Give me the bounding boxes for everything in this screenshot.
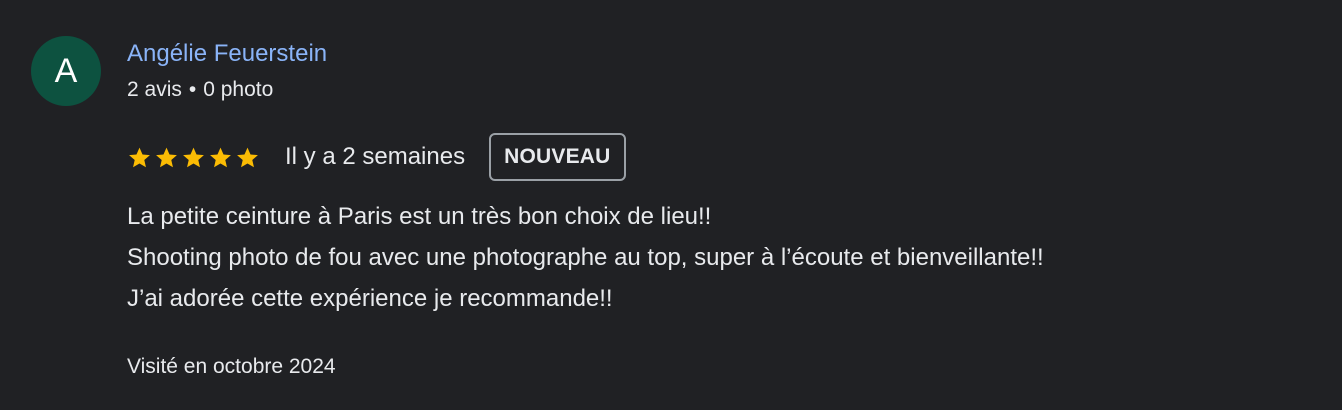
meta-separator: • <box>188 78 197 101</box>
review-card: A Angélie Feuerstein 2 avis • 0 photo Il… <box>0 0 1342 410</box>
reviews-count: 2 avis <box>127 78 182 101</box>
star-icon <box>183 147 204 167</box>
star-icon <box>210 147 231 167</box>
review-text: La petite ceinture à Paris est un très b… <box>127 196 1317 319</box>
review-date: Il y a 2 semaines <box>285 143 466 170</box>
star-icon <box>129 147 150 167</box>
avatar[interactable]: A <box>31 36 101 106</box>
photos-count: 0 photo <box>203 78 274 101</box>
new-badge: NOUVEAU <box>489 133 626 181</box>
star-icon <box>237 147 258 167</box>
author-meta: 2 avis • 0 photo <box>127 78 273 102</box>
star-icon <box>156 147 177 167</box>
review-line: Shooting photo de fou avec une photograp… <box>127 244 1044 271</box>
review-line: J’ai adorée cette expérience je recomman… <box>127 285 613 312</box>
visit-date: Visité en octobre 2024 <box>127 355 336 378</box>
rating-row: Il y a 2 semaines NOUVEAU <box>127 133 626 181</box>
author-name-link[interactable]: Angélie Feuerstein <box>127 40 327 68</box>
star-rating <box>127 145 260 170</box>
review-line: La petite ceinture à Paris est un très b… <box>127 203 712 230</box>
